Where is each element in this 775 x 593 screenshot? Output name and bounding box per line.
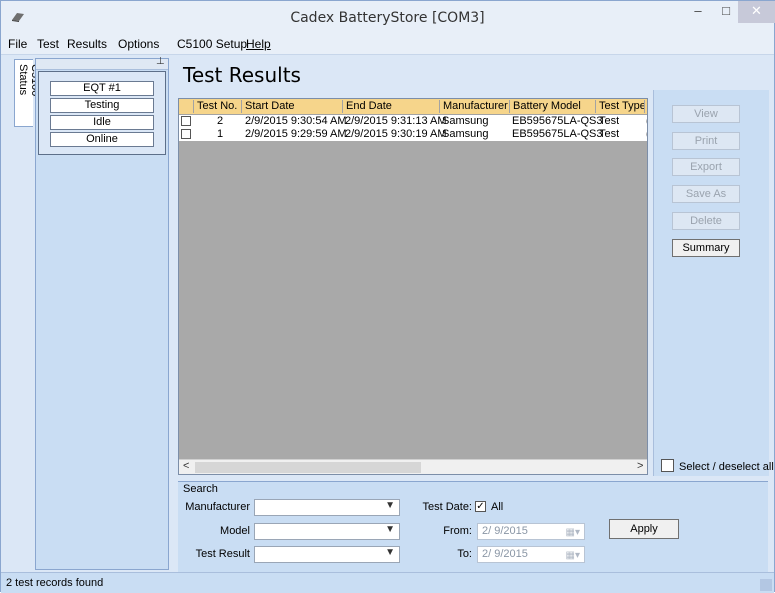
cell-end-date: 2/9/2015 9:30:19 AM: [345, 128, 447, 140]
cell-start-date: 2/9/2015 9:30:54 AM: [245, 115, 347, 127]
minimize-button[interactable]: –: [683, 1, 713, 23]
status-panel-header: ⊥: [36, 56, 168, 70]
cell-truncated: (: [646, 128, 647, 141]
cell-battery-model: EB595675LA-QS3: [512, 128, 603, 140]
row-checkbox[interactable]: [181, 129, 191, 139]
scroll-right-icon[interactable]: >: [637, 460, 643, 472]
col-start-date[interactable]: Start Date: [241, 100, 342, 113]
test-date-label: Test Date:: [422, 501, 472, 513]
model-select[interactable]: ▼: [254, 523, 400, 540]
status-panel: ⊥ EQT #1 Testing Idle Online: [35, 56, 169, 570]
station-name[interactable]: EQT #1: [50, 81, 154, 96]
view-button[interactable]: View: [672, 105, 740, 123]
cell-test-no: 1: [217, 128, 224, 140]
save-as-button[interactable]: Save As: [672, 185, 740, 203]
table-row[interactable]: 1 2/9/2015 9:29:59 AM 2/9/2015 9:30:19 A…: [179, 128, 647, 141]
c5100-status-tab[interactable]: C5100 Status: [14, 59, 41, 127]
grid-header: Test No. Start Date End Date Manufacture…: [179, 99, 647, 115]
col-end-date[interactable]: End Date: [342, 100, 439, 113]
table-row[interactable]: 2 2/9/2015 9:30:54 AM 2/9/2015 9:31:13 A…: [179, 115, 647, 128]
cell-start-date: 2/9/2015 9:29:59 AM: [245, 128, 347, 140]
menu-help[interactable]: Help: [246, 37, 271, 51]
print-button[interactable]: Print: [672, 132, 740, 150]
select-all-control[interactable]: Select / deselect all: [661, 459, 774, 473]
manufacturer-select[interactable]: ▼: [254, 499, 400, 516]
chevron-down-icon: ▼: [385, 500, 395, 511]
to-date-picker[interactable]: 2/ 9/2015 ▦▾: [477, 546, 585, 563]
to-label: To:: [457, 548, 472, 560]
resize-grip-icon[interactable]: [760, 579, 772, 591]
from-date-picker[interactable]: 2/ 9/2015 ▦▾: [477, 523, 585, 540]
horizontal-scrollbar[interactable]: < >: [179, 459, 647, 474]
cell-test-no: 2: [217, 115, 224, 127]
from-label: From:: [443, 525, 472, 537]
menu-bar: File Test Results Options C5100 Setup He…: [1, 34, 774, 55]
summary-button[interactable]: Summary: [672, 239, 740, 257]
test-result-label: Test Result: [195, 548, 250, 560]
action-button-panel: View Print Export Save As Delete Summary: [653, 90, 769, 476]
chevron-down-icon: ▼: [385, 547, 395, 558]
cell-manufacturer: Samsung: [442, 128, 489, 140]
station-state-idle: Idle: [50, 115, 154, 130]
test-result-select[interactable]: ▼: [254, 546, 400, 563]
calendar-icon[interactable]: ▦▾: [566, 525, 580, 540]
export-button[interactable]: Export: [672, 158, 740, 176]
cell-end-date: 2/9/2015 9:31:13 AM: [345, 115, 447, 127]
col-truncated[interactable]: F: [644, 100, 647, 113]
station-status-box: EQT #1 Testing Idle Online: [38, 71, 166, 155]
maximize-button[interactable]: □: [711, 1, 741, 23]
scroll-thumb[interactable]: [195, 462, 421, 473]
calendar-icon[interactable]: ▦▾: [566, 548, 580, 563]
apply-button[interactable]: Apply: [609, 519, 679, 539]
window-title: Cadex BatteryStore [COM3]: [290, 10, 485, 26]
results-grid: Test No. Start Date End Date Manufacture…: [178, 98, 648, 475]
menu-file[interactable]: File: [8, 37, 27, 51]
cell-test-type: Test: [599, 115, 620, 127]
station-state-online: Online: [50, 132, 154, 147]
from-date-value: 2/ 9/2015: [482, 525, 528, 537]
status-bar: 2 test records found: [1, 572, 774, 593]
manufacturer-label: Manufacturer: [185, 501, 250, 513]
to-date-value: 2/ 9/2015: [482, 548, 528, 560]
row-checkbox[interactable]: [181, 116, 191, 126]
cell-truncated: (: [646, 115, 647, 128]
cell-manufacturer: Samsung: [442, 115, 489, 127]
close-button[interactable]: ✕: [738, 1, 775, 23]
col-manufacturer[interactable]: Manufacturer: [439, 100, 509, 113]
menu-options[interactable]: Options: [118, 37, 159, 51]
cell-test-type: Test: [599, 128, 620, 140]
menu-c5100-setup[interactable]: C5100 Setup: [177, 37, 247, 51]
col-test-no[interactable]: Test No.: [193, 100, 241, 113]
delete-button[interactable]: Delete: [672, 212, 740, 230]
pin-icon[interactable]: ⊥: [156, 56, 165, 67]
page-title: Test Results: [183, 63, 301, 87]
model-label: Model: [220, 525, 250, 537]
col-battery-model[interactable]: Battery Model: [509, 100, 595, 113]
chevron-down-icon: ▼: [385, 524, 395, 535]
scroll-left-icon[interactable]: <: [183, 460, 189, 472]
cell-battery-model: EB595675LA-QS3: [512, 115, 603, 127]
all-dates-label: All: [491, 501, 504, 513]
station-state-testing: Testing: [50, 98, 154, 113]
status-text: 2 test records found: [6, 577, 104, 589]
all-dates-checkbox[interactable]: ✓: [475, 501, 486, 512]
menu-results[interactable]: Results: [67, 37, 107, 51]
menu-test[interactable]: Test: [37, 37, 59, 51]
title-bar: Cadex BatteryStore [COM3] – □ ✕: [1, 1, 775, 34]
app-window: Cadex BatteryStore [COM3] – □ ✕ File Tes…: [0, 0, 775, 593]
col-test-type[interactable]: Test Type: [595, 100, 644, 113]
select-all-checkbox[interactable]: [661, 459, 674, 472]
search-panel: Search Manufacturer ▼ Model ▼ Test Resul…: [178, 481, 768, 572]
select-all-label: Select / deselect all: [679, 461, 774, 473]
search-title: Search: [183, 483, 218, 495]
